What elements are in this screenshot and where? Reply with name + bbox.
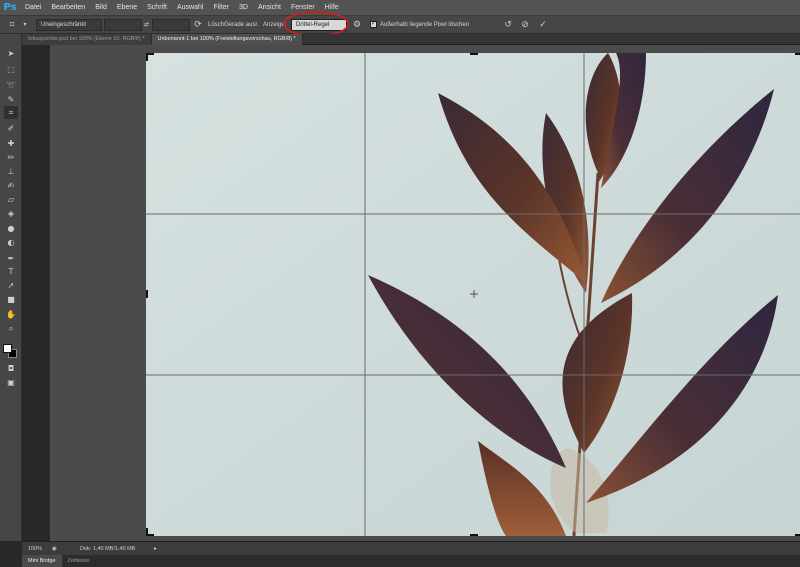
- pasteboard: [50, 45, 800, 541]
- document-area: [22, 45, 800, 541]
- clear-button[interactable]: Lösch: [208, 19, 224, 31]
- bottom-panel: Mini Bridge Zeitleiste: [22, 555, 800, 567]
- lasso-tool-icon[interactable]: ➰: [4, 79, 18, 92]
- delete-pixels-checkbox[interactable]: ✓: [370, 21, 377, 28]
- clone-stamp-tool-icon[interactable]: ⊥: [4, 165, 18, 178]
- pen-tool-icon[interactable]: ✒: [4, 252, 18, 265]
- history-brush-tool-icon[interactable]: ✍: [4, 179, 18, 192]
- eraser-tool-icon[interactable]: ▱: [4, 193, 18, 206]
- menu-schrift[interactable]: Schrift: [142, 0, 172, 15]
- photoshop-logo: Ps: [3, 2, 17, 13]
- foreground-color-swatch[interactable]: [3, 344, 12, 353]
- cancel-icon[interactable]: ⊘: [519, 19, 531, 31]
- hand-tool-icon[interactable]: ✋: [4, 308, 18, 321]
- crop-handle-bottom-left-v[interactable]: [146, 528, 148, 536]
- crop-handle-top-right[interactable]: [795, 53, 800, 55]
- tab-unbenannt-1[interactable]: Unbenannt-1 bei 100% (Freistellungsvorsc…: [151, 34, 303, 45]
- swap-dimensions-button[interactable]: ⇄: [144, 19, 149, 31]
- crop-handle-bottom-right[interactable]: [795, 534, 800, 536]
- chevron-down-icon[interactable]: ▾: [19, 19, 31, 31]
- marquee-tool-icon[interactable]: ⬚: [4, 63, 18, 76]
- delete-pixels-label: Außerhalb liegende Pixel löschen: [380, 22, 470, 28]
- menu-auswahl[interactable]: Auswahl: [172, 0, 208, 15]
- tab-fokuspunkte[interactable]: fokuspunkte.psd bei 100% (Ebene 10, RGB/…: [22, 34, 152, 45]
- gear-icon[interactable]: ⚙: [351, 19, 363, 31]
- eyedropper-tool-icon[interactable]: ✐: [4, 122, 18, 135]
- quick-selection-tool-icon[interactable]: ✎: [4, 93, 18, 106]
- tools-panel: ➤ ⬚ ➰ ✎ ⌗ ✐ ✚ ✏ ⊥ ✍ ▱ ◈ ● ◐ ✒ T ➚ ■ ✋ ⌕ …: [0, 34, 22, 541]
- brush-tool-icon[interactable]: ✏: [4, 151, 18, 164]
- commit-checkmark-icon[interactable]: ✓: [537, 19, 549, 31]
- status-menu-arrow-icon[interactable]: ▸: [154, 542, 157, 556]
- type-tool-icon[interactable]: T: [4, 265, 18, 278]
- healing-brush-tool-icon[interactable]: ✚: [4, 137, 18, 150]
- menu-bar: Ps Datei Bearbeiten Bild Ebene Schrift A…: [0, 0, 800, 15]
- options-bar: ⌗ ▾ Uneingeschränkt ⇄ ⟳ Lösch Gerade aus…: [0, 15, 800, 34]
- menu-ansicht[interactable]: Ansicht: [253, 0, 286, 15]
- document-size: Dok: 1,40 MB/1,40 MB: [80, 546, 136, 552]
- tab-mini-bridge[interactable]: Mini Bridge: [22, 555, 62, 567]
- quick-mask-icon[interactable]: ◘: [4, 362, 18, 375]
- screen-mode-icon[interactable]: ▣: [4, 376, 18, 389]
- crop-handle-top-middle[interactable]: [470, 53, 478, 55]
- crop-canvas[interactable]: [146, 53, 800, 536]
- blur-tool-icon[interactable]: ●: [4, 222, 18, 235]
- zoom-level[interactable]: 100%: [28, 542, 42, 556]
- height-input[interactable]: [152, 19, 190, 31]
- straighten-button[interactable]: Gerade ausr.: [224, 19, 259, 31]
- ratio-select[interactable]: Uneingeschränkt: [36, 19, 102, 31]
- paint-bucket-tool-icon[interactable]: ◈: [4, 207, 18, 220]
- menu-ebene[interactable]: Ebene: [112, 0, 142, 15]
- crop-handle-top-left-v[interactable]: [146, 53, 148, 61]
- path-selection-tool-icon[interactable]: ➚: [4, 279, 18, 292]
- rectangle-tool-icon[interactable]: ■: [4, 293, 18, 306]
- crop-tool-icon[interactable]: ⌗: [4, 106, 18, 119]
- dodge-tool-icon[interactable]: ◐: [4, 236, 18, 249]
- menu-bild[interactable]: Bild: [90, 0, 112, 15]
- status-info-icon[interactable]: ◉: [52, 542, 57, 556]
- rotate-icon[interactable]: ⟳: [192, 19, 204, 31]
- zoom-tool-icon[interactable]: ⌕: [4, 322, 18, 335]
- menu-filter[interactable]: Filter: [208, 0, 234, 15]
- menu-bearbeiten[interactable]: Bearbeiten: [46, 0, 90, 15]
- menu-3d[interactable]: 3D: [234, 0, 253, 15]
- undo-icon[interactable]: ↺: [502, 19, 514, 31]
- width-input[interactable]: [104, 19, 142, 31]
- crop-tool-preset-icon[interactable]: ⌗: [6, 19, 18, 31]
- document-tabs: fokuspunkte.psd bei 100% (Ebene 10, RGB/…: [22, 34, 800, 45]
- tab-zeitleiste[interactable]: Zeitleiste: [62, 555, 96, 567]
- crop-handle-bottom-middle[interactable]: [470, 534, 478, 536]
- menu-datei[interactable]: Datei: [20, 0, 46, 15]
- crop-handle-left-middle[interactable]: [146, 290, 148, 298]
- move-tool-icon[interactable]: ➤: [4, 47, 18, 60]
- leaf-photo: [146, 53, 800, 536]
- status-bar: 100% ◉ Dok: 1,40 MB/1,40 MB ▸: [22, 541, 800, 555]
